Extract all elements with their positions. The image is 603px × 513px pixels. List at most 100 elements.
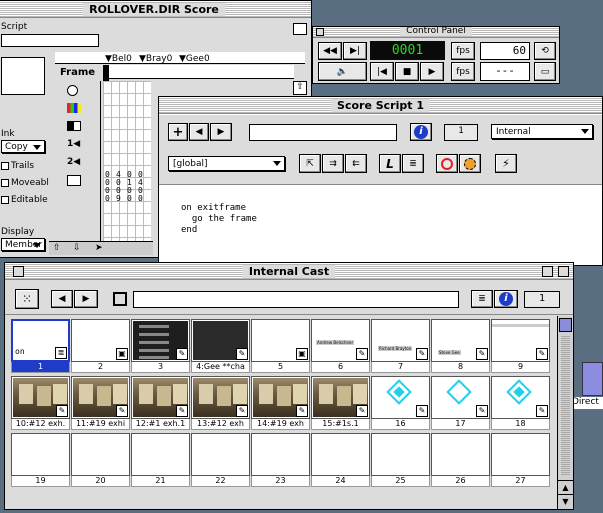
cast-member-18[interactable]: ✎ 18: [491, 376, 550, 430]
cast-collapse-box[interactable]: [558, 266, 569, 277]
rewind-button[interactable]: ◀◀: [318, 42, 342, 60]
script-titlebar[interactable]: Score Script 1: [159, 97, 602, 114]
toggle-breakpoint-button[interactable]: [436, 154, 458, 173]
cast-member-24[interactable]: 24: [311, 433, 370, 487]
cast-member-label: 7: [371, 362, 430, 373]
selection-only-button[interactable]: ▭: [534, 62, 556, 81]
comment-button[interactable]: ⇉: [322, 154, 344, 173]
cast-member-14[interactable]: ✎ 14:#19 exh: [251, 376, 310, 430]
scroll-thumb[interactable]: [559, 318, 572, 332]
cast-previous-button[interactable]: ◀: [51, 290, 73, 308]
tempo-field[interactable]: 60: [480, 42, 530, 60]
control-panel-close-box[interactable]: [316, 28, 324, 36]
editable-checkbox[interactable]: [1, 196, 9, 204]
cast-member-27[interactable]: 27: [491, 433, 550, 487]
actual-tempo-mode-button[interactable]: fps: [451, 62, 475, 81]
cast-thumbnail: [431, 433, 490, 476]
cast-zoom-box[interactable]: [542, 266, 553, 277]
score-jump-icon[interactable]: ➤: [95, 243, 103, 253]
score-scroll-up-icon[interactable]: ⇧: [293, 81, 307, 95]
cast-titlebar[interactable]: Internal Cast: [5, 263, 573, 280]
cast-member-22[interactable]: 22: [191, 433, 250, 487]
cast-scrollbar[interactable]: ▲ ▼: [557, 316, 573, 509]
cast-member-1[interactable]: on ≣ 1: [11, 319, 70, 373]
handler-select[interactable]: [global]: [168, 156, 285, 171]
tempo-channel-icon: [67, 85, 78, 96]
shape-icon: ▣: [296, 348, 308, 360]
cast-member-16[interactable]: ✎ 16: [371, 376, 430, 430]
score-next-arrow-icon[interactable]: ⇩: [73, 243, 81, 253]
trails-checkbox[interactable]: [1, 162, 9, 170]
scroll-down-button[interactable]: ▼: [558, 494, 573, 509]
previous-script-button[interactable]: ◀: [189, 123, 209, 141]
cast-title: Internal Cast: [242, 265, 336, 278]
loop-button[interactable]: ⟲: [534, 42, 556, 60]
cast-member-2[interactable]: ▣ 2: [71, 319, 130, 373]
cast-close-box[interactable]: [13, 266, 24, 277]
alphabetical-lingo-button[interactable]: ≣: [402, 154, 424, 173]
cast-thumbnail: ✎: [311, 376, 370, 419]
display-select[interactable]: Member: [1, 238, 45, 251]
cast-thumbnail: ✎: [191, 319, 250, 362]
cast-member-10[interactable]: ✎ 10:#12 exh.: [11, 376, 70, 430]
score-titlebar[interactable]: ROLLOVER.DIR Score: [0, 1, 311, 18]
cast-member-15[interactable]: ✎ 15:#1s.1: [311, 376, 370, 430]
script-info-button[interactable]: i: [410, 123, 432, 141]
cast-thumbnail: [11, 433, 70, 476]
cast-member-19[interactable]: 19: [11, 433, 70, 487]
cast-member-3[interactable]: ✎ 3: [131, 319, 190, 373]
new-script-button[interactable]: +: [168, 123, 188, 141]
scroll-up-button[interactable]: ▲: [558, 480, 573, 494]
step-back-button[interactable]: |◀: [370, 62, 394, 81]
cast-script-button[interactable]: ≣: [471, 290, 493, 308]
control-panel-titlebar[interactable]: Control Panel: [313, 27, 559, 38]
stop-button[interactable]: ■: [395, 62, 419, 81]
next-script-button[interactable]: ▶: [210, 123, 232, 141]
cast-member-21[interactable]: 21: [131, 433, 190, 487]
cast-next-button[interactable]: ▶: [74, 290, 98, 308]
cast-drag-member-icon[interactable]: [113, 292, 127, 306]
cast-member-17[interactable]: ✎ 17: [431, 376, 490, 430]
cast-member-12[interactable]: ✎ 12:#1 exh.1: [131, 376, 190, 430]
cast-member-4[interactable]: ✎ 4:Gee **cha: [191, 319, 250, 373]
cast-member-13[interactable]: ✎ 13:#12 exh: [191, 376, 250, 430]
script-name-field[interactable]: [249, 124, 397, 141]
cast-info-button[interactable]: i: [494, 290, 518, 308]
score-side-icon[interactable]: [293, 23, 307, 35]
volume-button[interactable]: 🔈: [318, 62, 367, 81]
desktop-folder-icon[interactable]: [582, 362, 603, 396]
script-cast-lib-select[interactable]: Internal: [491, 124, 593, 139]
cast-member-9[interactable]: ✎ 9: [491, 319, 550, 373]
ink-select[interactable]: Copy: [1, 140, 45, 153]
tempo-mode-button[interactable]: fps: [451, 42, 475, 60]
step-forward-button[interactable]: ▶|: [343, 42, 367, 60]
score-grid[interactable]: [103, 81, 151, 241]
cast-member-label: 16: [371, 419, 430, 430]
recompile-button[interactable]: ⚡: [495, 154, 517, 173]
cast-member-5[interactable]: ▣ 5: [251, 319, 310, 373]
watch-expression-button[interactable]: [459, 154, 481, 173]
cast-member-7[interactable]: Richard Brayton ✎ 7: [371, 319, 430, 373]
score-prev-arrow-icon[interactable]: ⇧: [53, 243, 61, 253]
cast-member-25[interactable]: 25: [371, 433, 430, 487]
script-editor[interactable]: on exitframe go the frame end: [159, 186, 602, 265]
cast-member-number: 1: [524, 291, 560, 308]
cast-member-name-field[interactable]: [133, 291, 459, 308]
cast-member-11[interactable]: ✎ 11:#19 exhi: [71, 376, 130, 430]
moveable-checkbox[interactable]: [1, 179, 9, 187]
moveable-label: Moveable: [11, 178, 55, 188]
uncomment-button[interactable]: ⇇: [345, 154, 367, 173]
cast-member-8[interactable]: Steve Gee ✎ 8: [431, 319, 490, 373]
go-to-handler-button[interactable]: ⇱: [299, 154, 321, 173]
score-bottom-bar: ⇧ ⇩ ➤: [49, 241, 153, 255]
cast-member-23[interactable]: 23: [251, 433, 310, 487]
lingo-menu-button[interactable]: L: [379, 154, 401, 173]
channel-marker-gee: ▼Gee0: [179, 54, 210, 64]
cast-view-style-button[interactable]: ⁙: [15, 289, 39, 309]
cast-member-20[interactable]: 20: [71, 433, 130, 487]
play-button[interactable]: ▶: [420, 62, 444, 81]
cast-thumbnail: [371, 433, 430, 476]
score-script-field[interactable]: [1, 34, 99, 47]
cast-member-6[interactable]: Andrew Belschner ✎ 6: [311, 319, 370, 373]
cast-member-26[interactable]: 26: [431, 433, 490, 487]
